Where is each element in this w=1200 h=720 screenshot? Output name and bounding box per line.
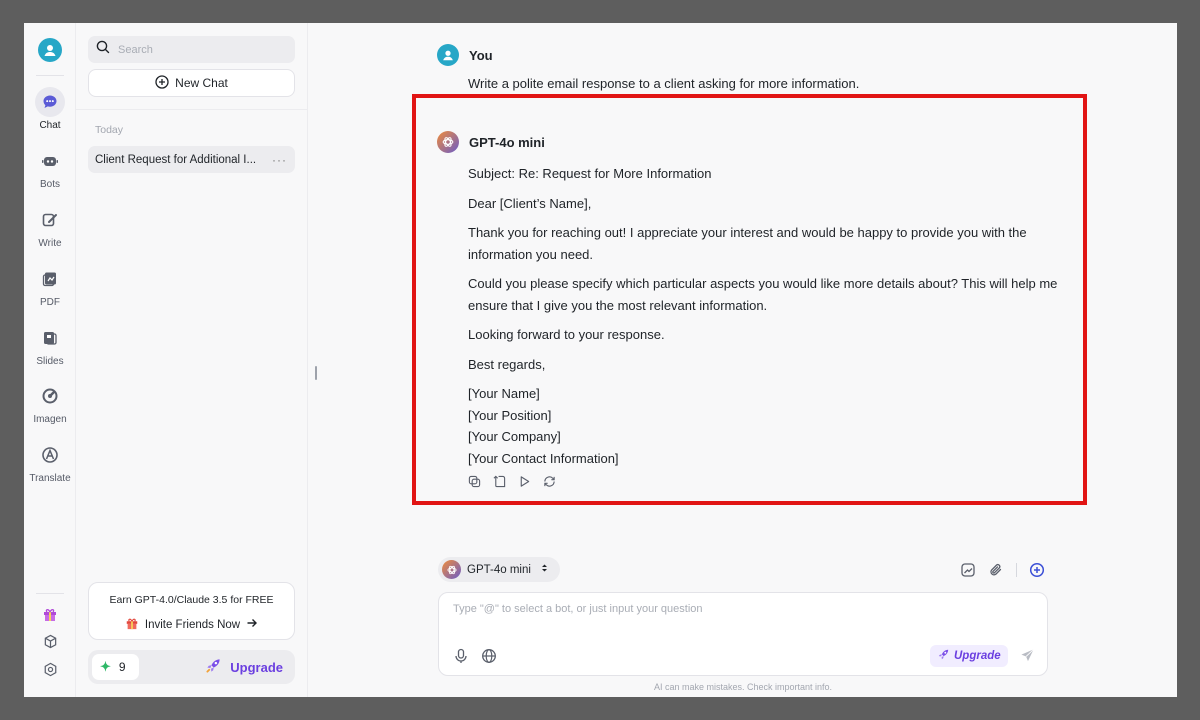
openai-logo-icon [442,560,461,579]
bot-reply: Subject: Re: Request for More Informatio… [468,163,1058,469]
translate-icon [35,440,65,470]
invite-friends-link[interactable]: Invite Friends Now [89,616,294,633]
reply-greeting: Dear [Client’s Name], [468,195,592,211]
sparkle-icon: ✦ [100,659,111,674]
image-icon [35,381,65,411]
slides-icon [35,323,65,353]
new-chat-label: New Chat [175,76,228,90]
rail-item-pdf[interactable]: PDF [24,264,76,308]
quote-icon[interactable] [493,475,506,488]
attachment-icon[interactable] [987,561,1004,578]
image-edit-icon[interactable] [959,561,976,578]
copy-icon[interactable] [468,475,481,488]
user-message-text: Write a polite email response to a clien… [468,76,860,91]
promo-text: Earn GPT-4.0/Claude 3.5 for FREE [109,594,274,606]
rail-divider [36,75,64,76]
user-name: You [469,47,493,63]
section-label-today: Today [95,124,124,136]
rail-item-label: Bots [39,179,60,190]
globe-icon[interactable] [481,648,497,669]
model-selector[interactable]: GPT-4o mini [438,557,560,582]
user-message-header: You [437,44,493,66]
left-rail: Chat Bots Write PDF Slides Imagen Transl… [24,23,76,697]
user-avatar-icon [437,44,459,66]
chat-icon [35,87,65,117]
chat-sidebar: New Chat Today Client Request for Additi… [76,23,308,697]
reply-subject: Subject: Re: Request for More Informatio… [468,166,712,181]
reply-signature: [Your Name] [Your Position] [Your Compan… [468,383,1058,469]
rail-item-label: Chat [39,120,61,131]
gift-icon [125,616,139,633]
write-icon [35,205,65,235]
reply-paragraph: Looking forward to your response. [468,327,665,342]
composer-top-tools [959,561,1045,578]
new-conversation-icon[interactable] [1028,561,1045,578]
rail-item-chat[interactable]: Chat [24,87,76,131]
resize-handle[interactable] [315,366,317,380]
reply-closing: Best regards, [468,356,546,372]
signature-line: [Your Company] [468,429,561,444]
app-window: Chat Bots Write PDF Slides Imagen Transl… [24,23,1177,697]
send-icon[interactable] [1020,648,1035,668]
rail-item-label: PDF [40,297,60,308]
sidebar-divider [76,109,308,110]
signature-line: [Your Name] [468,386,540,401]
bot-name: GPT-4o mini [469,134,545,150]
rail-divider [36,593,64,594]
composer-upgrade-button[interactable]: Upgrade [930,645,1008,667]
bot-message-header: GPT-4o mini [437,131,545,153]
reply-paragraph: Could you please specify which particula… [468,276,1058,313]
account-bar: ✦ 9 Upgrade [88,650,295,684]
cube-icon[interactable] [24,634,76,649]
upgrade-button[interactable]: Upgrade [205,657,283,677]
pdf-icon [35,264,65,294]
composer-upgrade-label: Upgrade [954,650,1001,662]
rail-item-imagen[interactable]: Imagen [24,381,76,425]
signature-line: [Your Position] [468,407,552,423]
chat-title: Client Request for Additional I... [95,153,257,166]
new-chat-button[interactable]: New Chat [88,69,295,97]
plus-circle-icon [155,74,169,92]
play-icon[interactable] [518,475,531,488]
settings-icon[interactable] [24,662,76,677]
rail-item-label: Translate [29,473,71,484]
rail-item-bots[interactable]: Bots [24,146,76,190]
rocket-icon [205,657,230,677]
reply-paragraph: Thank you for reaching out! I appreciate… [468,225,1027,262]
credits-count: 9 [118,660,126,674]
rail-item-label: Write [38,238,62,249]
openai-logo-icon [437,131,459,153]
search-input[interactable] [118,43,278,56]
rail-item-label: Imagen [33,414,67,425]
regenerate-icon[interactable] [543,475,556,488]
promo-card: Earn GPT-4.0/Claude 3.5 for FREE Invite … [88,582,295,640]
bot-icon [35,146,65,176]
message-input[interactable] [453,603,1033,627]
rail-item-label: Slides [36,356,64,367]
tools-divider [1016,562,1017,577]
model-label: GPT-4o mini [467,563,531,576]
rail-item-translate[interactable]: Translate [24,440,76,484]
message-composer: Upgrade [438,592,1048,676]
gift-icon[interactable] [24,606,76,622]
search-icon [96,40,110,59]
more-options-icon[interactable]: ··· [272,153,287,167]
chevron-updown-icon [541,563,548,576]
rail-item-slides[interactable]: Slides [24,323,76,367]
arrow-right-icon [246,617,258,632]
chat-main: You Write a polite email response to a c… [308,23,1177,697]
search-box[interactable] [88,36,295,63]
message-actions [468,475,556,488]
signature-line: [Your Contact Information] [468,450,619,466]
credits-badge[interactable]: ✦ 9 [92,654,139,680]
invite-label: Invite Friends Now [144,618,241,631]
rocket-icon [937,648,954,664]
composer-bottom-tools [453,648,497,669]
microphone-icon[interactable] [453,648,469,669]
chat-history-item[interactable]: Client Request for Additional I... ··· [88,146,295,173]
user-avatar[interactable] [38,38,62,62]
upgrade-label: Upgrade [230,659,283,675]
rail-item-write[interactable]: Write [24,205,76,249]
ai-disclaimer: AI can make mistakes. Check important in… [653,682,833,692]
